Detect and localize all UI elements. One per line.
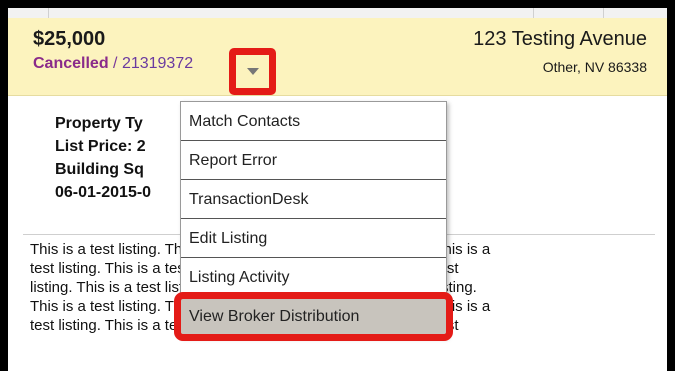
listing-address: 123 Testing Avenue — [473, 28, 647, 50]
mls-number-link[interactable]: 21319372 — [122, 55, 193, 72]
menu-item-report-error[interactable]: Report Error — [181, 141, 446, 180]
listing-dates: 06-01-2015-0 — [55, 184, 152, 201]
strip-divider — [603, 8, 604, 18]
top-strip — [8, 8, 667, 18]
building-sqft: Building Sq — [55, 161, 144, 178]
menu-item-view-broker-distribution[interactable]: View Broker Distribution — [174, 292, 453, 341]
status-line: Cancelled / 21319372 — [33, 55, 193, 73]
strip-divider — [533, 8, 534, 18]
property-type: Property Ty — [55, 115, 143, 132]
menu-item-edit-listing[interactable]: Edit Listing — [181, 219, 446, 258]
menu-item-match-contacts[interactable]: Match Contacts — [181, 102, 446, 141]
status-separator: / — [108, 55, 122, 72]
actions-dropdown-button[interactable] — [229, 48, 276, 95]
caret-down-icon — [246, 68, 259, 75]
actions-menu: Match Contacts Report Error TransactionD… — [174, 101, 453, 341]
listing-card-frame: $25,000 Cancelled / 21319372 123 Testing… — [0, 0, 675, 371]
listing-details: Property Ty List Price: 2 Building Sq 06… — [55, 112, 151, 204]
strip-divider — [48, 8, 49, 18]
listing-price: $25,000 — [33, 28, 106, 50]
menu-item-listing-activity[interactable]: Listing Activity — [181, 258, 446, 297]
list-price: List Price: 2 — [55, 138, 146, 155]
menu-item-transactiondesk[interactable]: TransactionDesk — [181, 180, 446, 219]
status-text: Cancelled — [33, 55, 109, 72]
listing-city-state: Other, NV 86338 — [542, 59, 647, 75]
